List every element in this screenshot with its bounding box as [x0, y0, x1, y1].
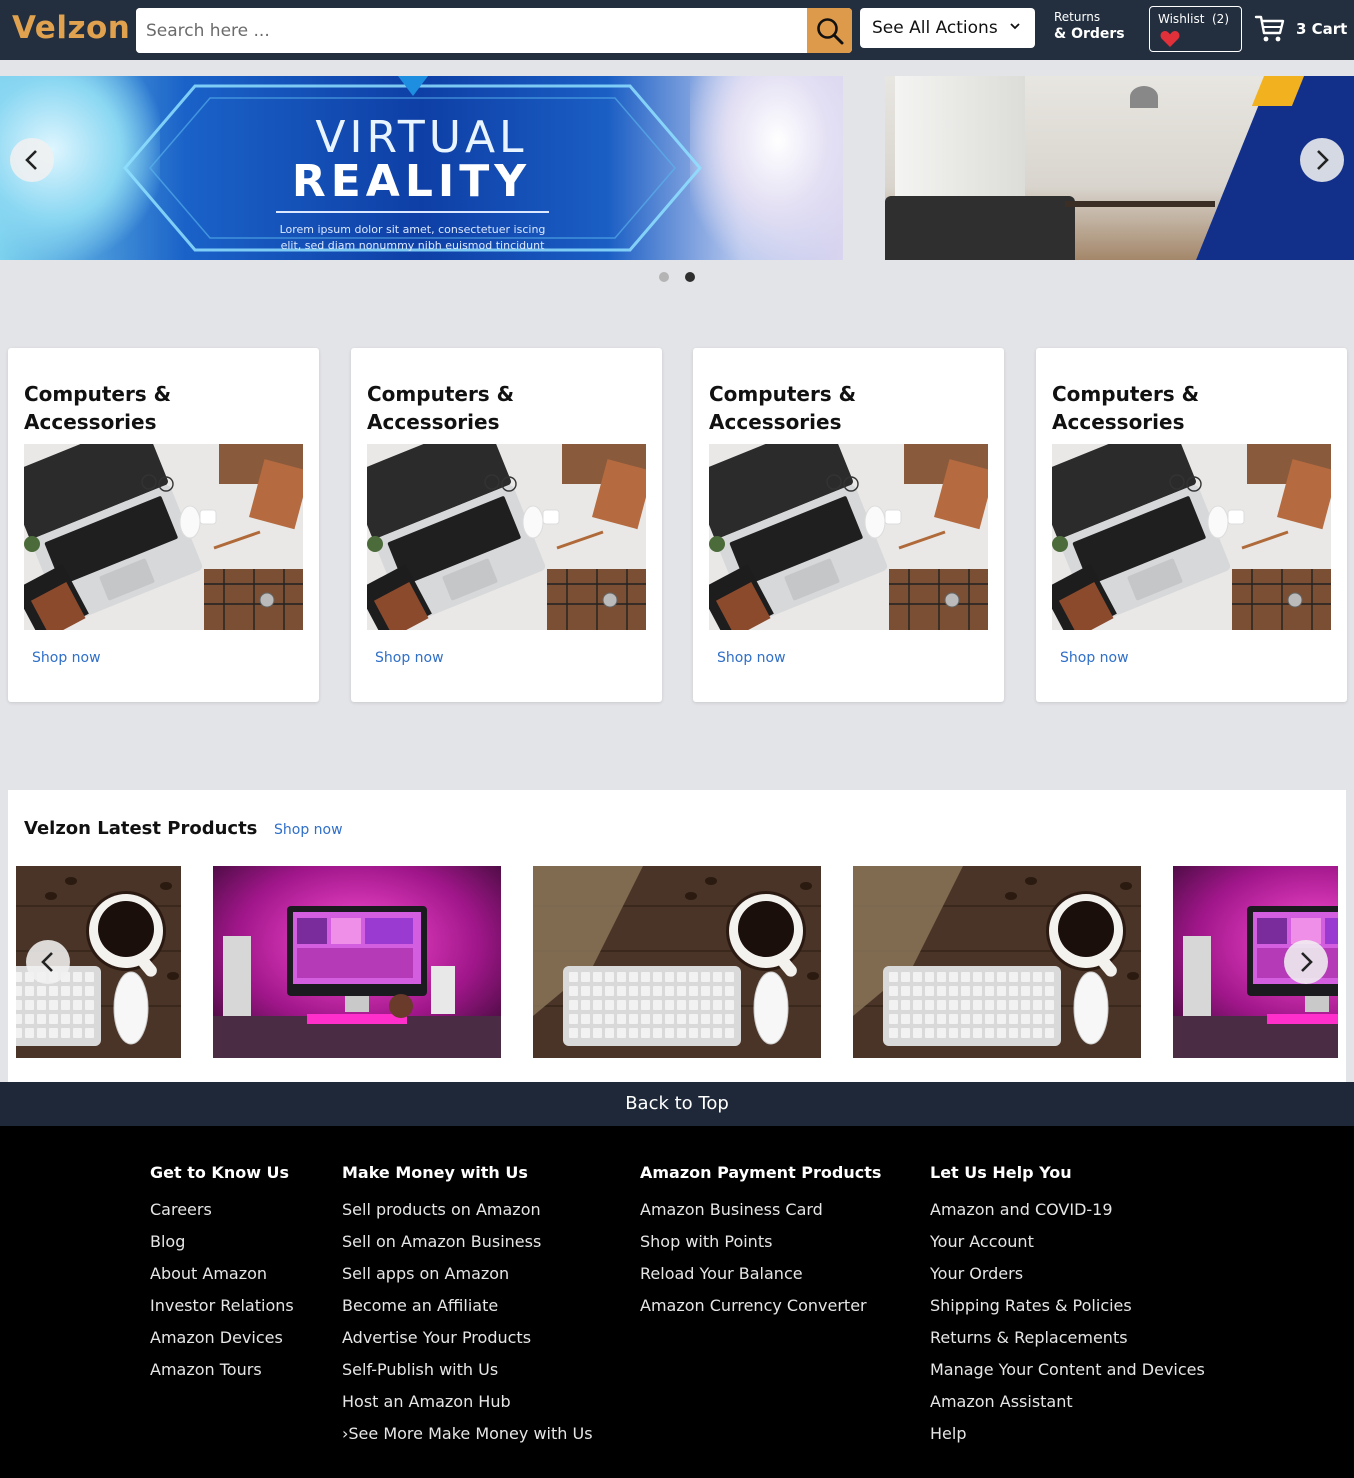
returns-orders-link[interactable]: Returns & Orders [1054, 10, 1125, 42]
footer-link[interactable]: Advertise Your Products [342, 1322, 593, 1354]
footer-link[interactable]: About Amazon [150, 1258, 294, 1290]
hero-carousel: VIRTUAL REALITY Lorem ipsum dolor sit am… [0, 76, 1354, 260]
chevron-left-icon [25, 150, 37, 170]
cart-button[interactable]: 3 Cart [1254, 14, 1347, 44]
footer-column: Amazon Payment Products Amazon Business C… [640, 1162, 881, 1322]
banner-body-text: Lorem ipsum dolor sit amet, consectetuer… [279, 223, 546, 252]
footer-link[interactable]: Amazon Assistant [930, 1386, 1205, 1418]
search-icon [816, 17, 843, 44]
category-card: Computers & Accessories Shop now [8, 348, 319, 702]
vr-banner[interactable]: VIRTUAL REALITY Lorem ipsum dolor sit am… [0, 76, 843, 260]
hero-dots [0, 272, 1354, 282]
category-card: Computers & Accessories Shop now [351, 348, 662, 702]
chevron-down-icon [1010, 23, 1020, 30]
wishlist-count: (2) [1212, 12, 1229, 26]
footer-link[interactable]: Careers [150, 1194, 294, 1226]
chevron-right-icon [1301, 952, 1313, 972]
category-card-title: Computers & Accessories [1052, 382, 1200, 434]
logo[interactable]: Velzon [12, 10, 130, 46]
footer-link[interactable]: Become an Affiliate [342, 1290, 593, 1322]
footer-column: Get to Know Us Careers Blog About Amazon Inv… [150, 1162, 294, 1386]
category-card-image[interactable] [1052, 444, 1331, 630]
orders-label: & Orders [1054, 26, 1125, 42]
see-all-actions-dropdown[interactable]: See All Actions [860, 8, 1035, 48]
product-image[interactable] [213, 866, 501, 1058]
office-desk [1065, 201, 1215, 207]
footer-link[interactable]: Investor Relations [150, 1290, 294, 1322]
footer-column-heading: Get to Know Us [150, 1163, 290, 1182]
office-lamp [1130, 86, 1158, 108]
footer-link[interactable]: Sell apps on Amazon [342, 1258, 593, 1290]
office-banner[interactable] [885, 76, 1354, 260]
footer-column-heading: Make Money with Us [342, 1163, 528, 1182]
category-card-image[interactable] [24, 444, 303, 630]
back-to-top-button[interactable]: Back to Top [0, 1082, 1354, 1126]
footer-column: Make Money with Us Sell products on Amazo… [342, 1162, 593, 1450]
latest-shop-now-link[interactable]: Shop now [274, 822, 343, 838]
cart-icon [1254, 15, 1285, 42]
banner-title-line2: REALITY [291, 156, 532, 207]
footer: Get to Know Us Careers Blog About Amazon Inv… [0, 1126, 1354, 1478]
footer-link[interactable]: Shop with Points [640, 1226, 881, 1258]
cart-label: 3 Cart [1296, 20, 1348, 38]
footer-link[interactable]: Blog [150, 1226, 294, 1258]
hero-prev-button[interactable] [10, 138, 54, 182]
chevron-left-icon [41, 952, 53, 972]
footer-link[interactable]: Manage Your Content and Devices [930, 1354, 1205, 1386]
product-carousel [16, 866, 1338, 1058]
wishlist-label: Wishlist [1158, 12, 1205, 26]
product-image[interactable] [533, 866, 821, 1058]
category-card-image[interactable] [709, 444, 988, 630]
footer-link[interactable]: Sell products on Amazon [342, 1194, 593, 1226]
banner-divider [276, 211, 549, 213]
footer-link[interactable]: Returns & Replacements [930, 1322, 1205, 1354]
wishlist-button[interactable]: Wishlist (2) [1149, 6, 1242, 52]
returns-label: Returns [1054, 10, 1101, 24]
footer-link[interactable]: Host an Amazon Hub [342, 1386, 593, 1418]
category-card: Computers & Accessories Shop now [693, 348, 1004, 702]
footer-link[interactable]: Amazon Tours [150, 1354, 294, 1386]
category-shop-now-link[interactable]: Shop now [375, 650, 444, 666]
footer-link[interactable]: Your Orders [930, 1258, 1205, 1290]
footer-link[interactable]: Amazon Business Card [640, 1194, 881, 1226]
product-image[interactable] [853, 866, 1141, 1058]
footer-link[interactable]: Your Account [930, 1226, 1205, 1258]
footer-link[interactable]: Amazon Currency Converter [640, 1290, 881, 1322]
office-sofa [885, 196, 1075, 260]
category-card-title: Computers & Accessories [709, 382, 857, 434]
category-shop-now-link[interactable]: Shop now [1060, 650, 1129, 666]
hero-dot-1[interactable] [659, 272, 669, 282]
category-card-title: Computers & Accessories [24, 382, 172, 434]
category-card-image[interactable] [367, 444, 646, 630]
latest-products-section: Velzon Latest Products Shop now [8, 790, 1346, 1082]
products-next-button[interactable] [1284, 940, 1328, 984]
actions-label: See All Actions [872, 18, 998, 38]
hero-next-button[interactable] [1300, 138, 1344, 182]
category-shop-now-link[interactable]: Shop now [32, 650, 101, 666]
footer-column: Let Us Help You Amazon and COVID-19 Your A… [930, 1162, 1205, 1450]
footer-link[interactable]: Shipping Rates & Policies [930, 1290, 1205, 1322]
top-navbar: Velzon See All Actions Returns & Orders … [0, 0, 1354, 60]
search-bar [136, 8, 852, 53]
hero-dot-2[interactable] [685, 272, 695, 282]
latest-products-title: Velzon Latest Products [24, 818, 258, 839]
category-shop-now-link[interactable]: Shop now [717, 650, 786, 666]
footer-column-heading: Let Us Help You [930, 1163, 1072, 1182]
footer-link[interactable]: Sell on Amazon Business [342, 1226, 593, 1258]
footer-link[interactable]: ›See More Make Money with Us [342, 1418, 593, 1450]
heart-icon [1160, 31, 1180, 47]
search-button[interactable] [807, 8, 852, 53]
footer-link[interactable]: Reload Your Balance [640, 1258, 881, 1290]
products-prev-button[interactable] [26, 940, 70, 984]
search-input[interactable] [136, 8, 807, 53]
category-card-title: Computers & Accessories [367, 382, 515, 434]
footer-column-heading: Amazon Payment Products [640, 1163, 882, 1182]
footer-link[interactable]: Self-Publish with Us [342, 1354, 593, 1386]
footer-link[interactable]: Help [930, 1418, 1205, 1450]
category-card: Computers & Accessories Shop now [1036, 348, 1347, 702]
footer-link[interactable]: Amazon and COVID-19 [930, 1194, 1205, 1226]
footer-link[interactable]: Amazon Devices [150, 1322, 294, 1354]
chevron-right-icon [1317, 150, 1329, 170]
